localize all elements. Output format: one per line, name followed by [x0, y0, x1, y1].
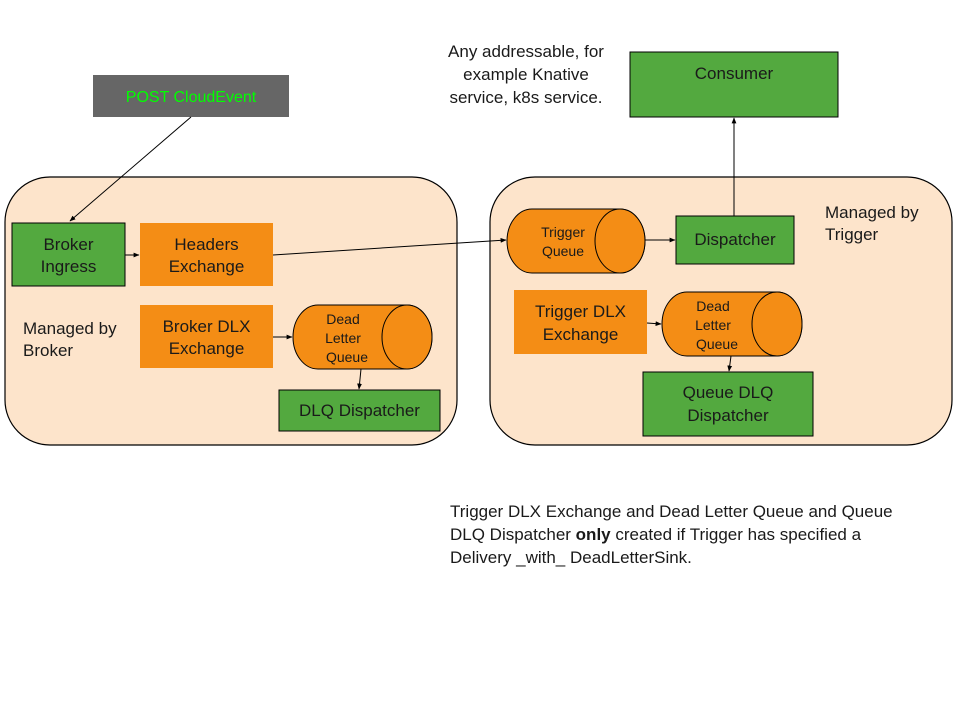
managed-by-trigger-line1: Managed by [825, 203, 919, 222]
trigger-queue-label-line2: Queue [542, 243, 584, 259]
broker-dlx-exchange-label-line2: Exchange [169, 339, 245, 358]
dlq-dispatcher-label: DLQ Dispatcher [299, 401, 420, 420]
broker-dlq-label-line3: Queue [326, 349, 368, 365]
trigger-dlq-label-line1: Dead [696, 298, 729, 314]
broker-dlq-label-line2: Letter [325, 330, 361, 346]
dispatcher-label: Dispatcher [694, 230, 776, 249]
trigger-queue-node [506, 208, 646, 274]
trigger-dlx-exchange-label-line1: Trigger DLX [535, 302, 626, 321]
addressable-note: Any addressable, for example Knative ser… [448, 42, 604, 107]
managed-by-trigger-line2: Trigger [825, 225, 879, 244]
trigger-dlx-exchange-label-line2: Exchange [543, 325, 619, 344]
consumer-label: Consumer [695, 64, 774, 83]
queue-dlq-dispatcher-label-line2: Dispatcher [687, 406, 769, 425]
broker-ingress-label-line1: Broker [43, 235, 93, 254]
dlx-conditional-note: Trigger DLX Exchange and Dead Letter Que… [450, 500, 910, 569]
broker-dlx-exchange-node [140, 305, 273, 368]
managed-by-broker-line1: Managed by [23, 319, 117, 338]
headers-exchange-node [140, 223, 273, 286]
trigger-dlx-exchange-node [514, 290, 647, 354]
trigger-queue-label-line1: Trigger [541, 224, 585, 240]
footer-text-bold: only [575, 525, 611, 544]
broker-dlq-label-line1: Dead [326, 311, 359, 327]
headers-exchange-label-line2: Exchange [169, 257, 245, 276]
broker-dlx-exchange-label-line1: Broker DLX [163, 317, 251, 336]
consumer-node [629, 51, 839, 118]
trigger-dlq-label-line2: Letter [695, 317, 731, 333]
trigger-dlq-label-line3: Queue [696, 336, 738, 352]
broker-ingress-node [11, 222, 126, 287]
broker-ingress-label-line2: Ingress [41, 257, 97, 276]
post-cloudevent-label: POST CloudEvent [126, 89, 257, 106]
queue-dlq-dispatcher-node [642, 371, 814, 437]
queue-dlq-dispatcher-label-line1: Queue DLQ [683, 383, 774, 402]
headers-exchange-label-line1: Headers [174, 235, 238, 254]
managed-by-broker-line2: Broker [23, 341, 73, 360]
